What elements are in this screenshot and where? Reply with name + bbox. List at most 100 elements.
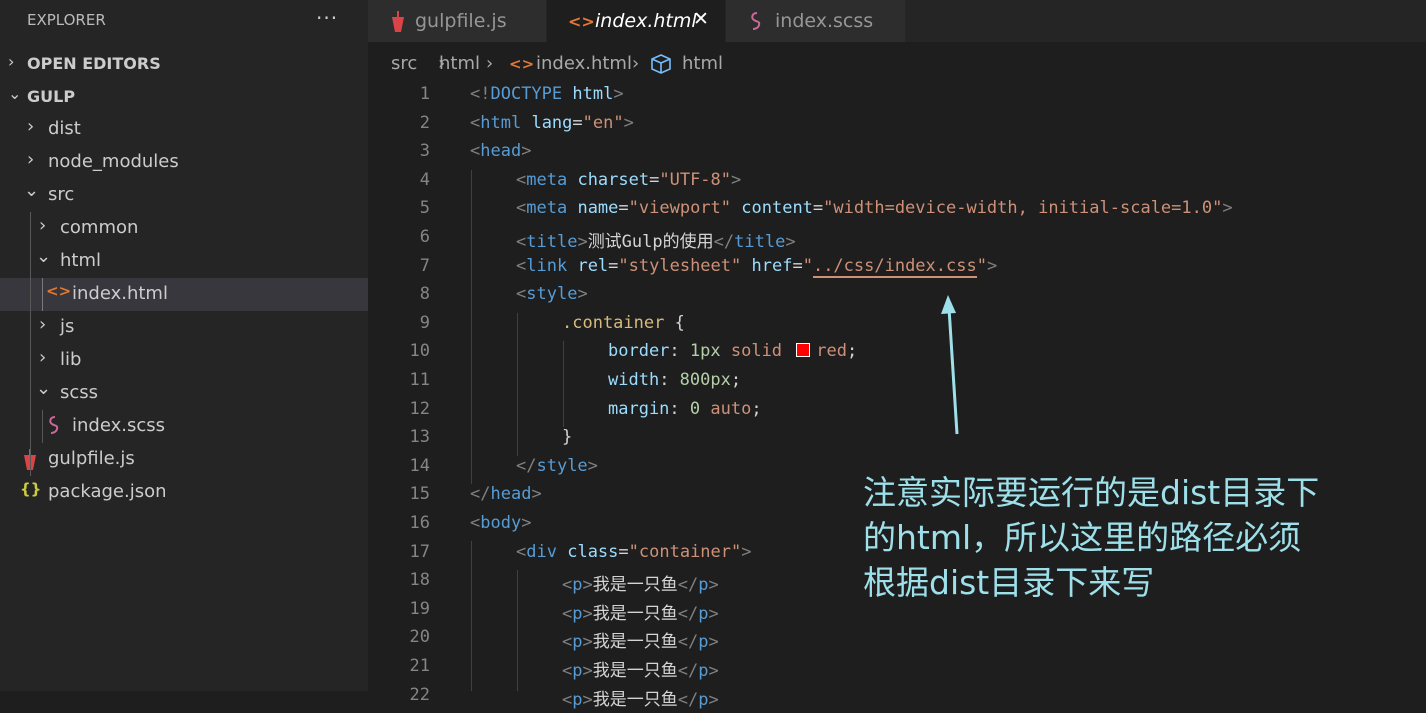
line-number: 10	[409, 341, 430, 362]
token: >	[521, 513, 532, 533]
token: meta	[526, 198, 568, 219]
annotation-line: 根据dist目录下来写	[863, 563, 1155, 602]
token: <	[516, 169, 527, 190]
chevron-down-icon: ⌄	[24, 180, 40, 201]
token: >	[587, 455, 598, 476]
workspace-section[interactable]: ⌄ GULP	[0, 80, 368, 113]
token: 我是一只鱼	[592, 575, 678, 596]
gulp-file-icon	[390, 11, 406, 37]
token: =	[618, 541, 629, 562]
line-number: 12	[409, 398, 430, 419]
token: </	[713, 232, 735, 252]
token: 我是一只鱼	[592, 632, 678, 653]
token: >	[708, 689, 719, 710]
tab-index-html[interactable]: <> index.html ✕	[547, 0, 725, 42]
token: >	[582, 632, 593, 653]
line-number: 13	[409, 427, 430, 448]
token: rel	[577, 255, 609, 276]
token: meta	[526, 169, 568, 190]
token: border	[608, 341, 670, 362]
token: head	[480, 141, 522, 162]
tree-file-index-scss[interactable]: index.scss	[0, 410, 368, 443]
line-number: 22	[409, 684, 430, 705]
element-cube-icon	[650, 54, 672, 79]
tab-label: index.scss	[775, 10, 874, 32]
token: p	[572, 575, 583, 596]
tree-file-index-html[interactable]: <> index.html	[0, 278, 368, 311]
chevron-down-icon: ⌄	[36, 378, 52, 399]
tree-file-gulpfile[interactable]: gulpfile.js	[0, 443, 368, 476]
token: name	[577, 198, 619, 219]
breadcrumb: src › html › <> index.html › html	[368, 42, 1426, 84]
token: >	[785, 232, 796, 252]
token: =	[792, 255, 803, 276]
open-editors-section[interactable]: › OPEN EDITORS	[0, 47, 368, 80]
token: <	[562, 603, 573, 624]
token: </	[677, 689, 699, 710]
token: >	[708, 575, 719, 596]
code-line: 9 .container {	[368, 313, 1426, 342]
html-file-icon: <>	[568, 12, 595, 31]
json-file-icon: {}	[20, 480, 42, 498]
breadcrumb-item[interactable]: html	[682, 53, 723, 74]
line-number: 16	[409, 513, 430, 533]
token: </	[677, 575, 699, 596]
token: red	[816, 341, 847, 362]
token: <!	[470, 84, 491, 104]
token: >	[531, 484, 542, 505]
tree-label: package.json	[48, 481, 167, 502]
token: 1px	[689, 341, 721, 362]
breadcrumb-separator-icon: ›	[632, 53, 640, 74]
chevron-right-icon: ›	[39, 347, 47, 368]
tree-folder-scss[interactable]: ⌄ scss	[0, 377, 368, 410]
tree-folder-html[interactable]: ⌄ html	[0, 245, 368, 278]
token: width	[608, 370, 660, 390]
color-swatch-icon[interactable]	[796, 343, 811, 358]
token: title	[526, 232, 578, 252]
token: html	[480, 112, 522, 133]
code-line: 12 margin: 0 auto;	[368, 399, 1426, 428]
line-number: 18	[409, 570, 430, 591]
more-actions-icon[interactable]: ···	[316, 6, 338, 30]
code-line: 21 <p>我是一只鱼</p>	[368, 656, 1426, 685]
breadcrumb-item[interactable]: src	[391, 53, 417, 74]
close-icon[interactable]: ✕	[693, 8, 709, 30]
token: "container"	[628, 541, 742, 562]
tree-folder-common[interactable]: › common	[0, 212, 368, 245]
href-link[interactable]: ../css/index.css	[812, 255, 977, 278]
line-number: 7	[419, 255, 430, 276]
token: "	[802, 255, 813, 276]
tree-folder-src[interactable]: ⌄ src	[0, 179, 368, 212]
tree-folder-lib[interactable]: › lib	[0, 344, 368, 377]
token: </	[677, 632, 699, 653]
tree-folder-dist[interactable]: › dist	[0, 113, 368, 146]
tab-index-scss[interactable]: index.scss	[726, 0, 905, 42]
line-number: 9	[419, 312, 430, 333]
tree-label: gulpfile.js	[48, 448, 135, 469]
code-line: 8 <style>	[368, 284, 1426, 313]
chevron-down-icon: ⌄	[36, 246, 52, 267]
tree-folder-js[interactable]: › js	[0, 311, 368, 344]
token: <	[562, 689, 573, 710]
tree-label: node_modules	[48, 151, 179, 172]
line-number: 21	[409, 656, 430, 676]
token: body	[480, 513, 522, 533]
token: ;	[730, 370, 742, 390]
code-line: 10 border: 1px solid red;	[368, 341, 1426, 370]
annotation-arrow-icon	[941, 295, 959, 435]
line-number: 2	[419, 112, 430, 133]
code-line: 13}	[368, 427, 1426, 456]
tab-gulpfile[interactable]: gulpfile.js	[368, 0, 546, 42]
breadcrumb-item[interactable]: index.html	[536, 53, 632, 74]
html-file-icon: <>	[509, 55, 535, 73]
token: <	[562, 632, 573, 653]
token: p	[572, 689, 583, 710]
token: >	[708, 603, 719, 624]
tree-file-package-json[interactable]: {} package.json	[0, 476, 368, 509]
token: =	[608, 255, 619, 276]
token: p	[698, 603, 709, 624]
tree-folder-node-modules[interactable]: › node_modules	[0, 146, 368, 179]
breadcrumb-separator-icon: ›	[486, 53, 494, 74]
breadcrumb-item[interactable]: html	[439, 53, 480, 74]
token: p	[572, 661, 583, 681]
